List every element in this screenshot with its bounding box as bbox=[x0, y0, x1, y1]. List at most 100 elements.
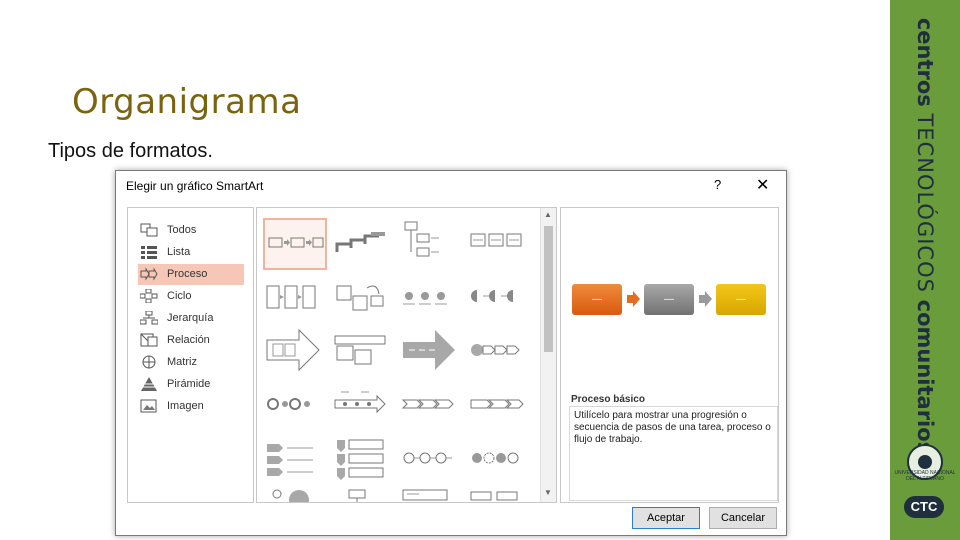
layout-repeating-bending-process[interactable] bbox=[467, 326, 531, 378]
dots-process-icon bbox=[403, 292, 447, 305]
category-label: Lista bbox=[167, 246, 191, 258]
preview-box-label: — bbox=[664, 294, 674, 305]
category-label: Relación bbox=[167, 334, 210, 346]
scroll-down-icon[interactable]: ▼ bbox=[544, 488, 552, 497]
category-ciclo[interactable]: Ciclo bbox=[138, 286, 244, 307]
brand-sidebar: centros TECNOLÓGICOS comunitarios UNIVER… bbox=[890, 0, 960, 540]
preview-description: Utilícelo para mostrar una progresión o … bbox=[569, 406, 778, 501]
pyramid-icon bbox=[141, 377, 157, 391]
matrix-icon bbox=[142, 355, 156, 369]
basic-arrow-process-icon bbox=[403, 330, 455, 370]
layout-vertical-chevron-list[interactable] bbox=[331, 434, 395, 486]
layout-gallery: ▲ ▼ bbox=[256, 207, 557, 503]
category-label: Matriz bbox=[167, 356, 197, 368]
category-todos[interactable]: Todos bbox=[138, 220, 244, 241]
category-piramide[interactable]: Pirámide bbox=[138, 374, 244, 395]
process-arrows-icon bbox=[266, 328, 320, 372]
list-icon bbox=[141, 246, 157, 259]
circular-arrows-process-icon bbox=[336, 285, 384, 311]
relationship-icon bbox=[140, 333, 158, 347]
basic-process-icon bbox=[268, 237, 324, 248]
funnel-process-icon bbox=[272, 489, 309, 502]
cancel-button[interactable]: Cancelar bbox=[709, 507, 777, 529]
layout-stair-process[interactable] bbox=[331, 488, 395, 502]
all-layouts-icon bbox=[140, 223, 158, 237]
gear-process-icon bbox=[472, 452, 519, 464]
preview-arrow-1 bbox=[627, 291, 640, 307]
layout-accent-process[interactable] bbox=[467, 218, 531, 270]
category-jerarquia[interactable]: Jerarquía bbox=[138, 308, 244, 329]
layout-process-list[interactable] bbox=[263, 272, 327, 324]
category-label: Ciclo bbox=[167, 290, 192, 302]
vertical-process-icon bbox=[404, 221, 439, 257]
scrollbar-thumb[interactable] bbox=[544, 226, 553, 352]
scroll-up-icon[interactable]: ▲ bbox=[544, 210, 552, 219]
preview-box-label: — bbox=[736, 294, 746, 305]
category-label: Todos bbox=[167, 224, 197, 236]
close-button[interactable]: ✕ bbox=[756, 175, 769, 195]
chevron-list-icon bbox=[401, 399, 454, 409]
layout-circle-arrow-process[interactable] bbox=[399, 434, 463, 486]
bracket-process-icon bbox=[470, 491, 518, 501]
layout-basic-arrow-process[interactable] bbox=[399, 326, 463, 378]
category-proceso[interactable]: Proceso bbox=[138, 264, 244, 285]
slide-title: Organigrama bbox=[72, 82, 302, 122]
circle-process-icon bbox=[267, 398, 310, 410]
ctc-badge: CTC bbox=[904, 496, 944, 518]
category-relacion[interactable]: Relación bbox=[138, 330, 244, 351]
smartart-dialog: Elegir un gráfico SmartArt ? ✕ Todos Lis… bbox=[115, 170, 787, 536]
process-icon bbox=[140, 267, 158, 281]
layout-step-up-process[interactable] bbox=[331, 218, 395, 270]
layout-circular-arrows-process[interactable] bbox=[331, 272, 395, 324]
category-matriz[interactable]: Matriz bbox=[138, 352, 244, 373]
slide-subtitle: Tipos de formatos. bbox=[48, 140, 213, 162]
category-list: Todos Lista Proceso Ciclo Jerarquía Rela… bbox=[127, 207, 254, 503]
university-seal-text: UNIVERSIDAD NACIONAL DEL ALTIPLANO bbox=[894, 470, 956, 482]
brand-word-tecnologicos: TECNOLÓGICOS bbox=[913, 113, 937, 293]
layout-preview-pane: — — — Proceso básico Utilícelo para most… bbox=[560, 207, 779, 503]
segmented-process-icon bbox=[402, 489, 448, 501]
picture-icon bbox=[140, 399, 157, 413]
chevron-accent-process-icon bbox=[267, 444, 313, 476]
category-label: Imagen bbox=[167, 400, 204, 412]
timeline-process-icon bbox=[334, 391, 386, 414]
preview-box-label: — bbox=[592, 294, 602, 305]
ok-button[interactable]: Aceptar bbox=[632, 507, 700, 529]
vertical-chevron-list-icon bbox=[337, 439, 384, 480]
closed-chevron-process-icon bbox=[470, 399, 524, 409]
brand-word-comunitarios: comunitarios bbox=[913, 299, 937, 455]
layout-chevron-list[interactable] bbox=[399, 380, 463, 432]
category-label: Pirámide bbox=[167, 378, 211, 390]
brand-word-centros: centros bbox=[913, 17, 937, 107]
brand-logo-text: centros TECNOLÓGICOS comunitarios bbox=[913, 18, 937, 454]
category-imagen[interactable]: Imagen bbox=[138, 396, 244, 417]
continuous-block-process-icon bbox=[334, 335, 386, 365]
preview-arrow-2 bbox=[699, 291, 712, 307]
layout-half-circle-process[interactable] bbox=[467, 272, 531, 324]
category-label: Proceso bbox=[167, 268, 208, 280]
layout-basic-process[interactable] bbox=[263, 218, 327, 270]
half-circle-process-icon bbox=[471, 290, 513, 302]
help-button[interactable]: ? bbox=[714, 177, 721, 192]
repeating-bending-process-icon bbox=[471, 344, 520, 356]
layout-timeline-process[interactable] bbox=[331, 380, 395, 432]
process-list-icon bbox=[266, 285, 316, 309]
category-lista[interactable]: Lista bbox=[138, 242, 244, 263]
category-label: Jerarquía bbox=[167, 312, 214, 324]
layout-segmented-process[interactable] bbox=[399, 488, 463, 502]
layout-funnel-process[interactable] bbox=[263, 488, 327, 502]
layout-vertical-process[interactable] bbox=[399, 218, 463, 270]
cycle-icon bbox=[140, 289, 158, 303]
layout-continuous-block-process[interactable] bbox=[331, 326, 395, 378]
layout-bracket-process[interactable] bbox=[467, 488, 531, 502]
layout-circle-process[interactable] bbox=[263, 380, 327, 432]
gallery-scrollbar[interactable]: ▲ ▼ bbox=[540, 208, 556, 502]
layout-gear-process[interactable] bbox=[467, 434, 531, 486]
dialog-title: Elegir un gráfico SmartArt bbox=[126, 179, 264, 193]
stair-process-icon bbox=[348, 489, 366, 502]
layout-process-arrows[interactable] bbox=[263, 326, 327, 378]
layout-closed-chevron-process[interactable] bbox=[467, 380, 531, 432]
layout-dots-process[interactable] bbox=[399, 272, 463, 324]
preview-diagram: — — — bbox=[572, 284, 766, 315]
layout-chevron-accent-process[interactable] bbox=[263, 434, 327, 486]
